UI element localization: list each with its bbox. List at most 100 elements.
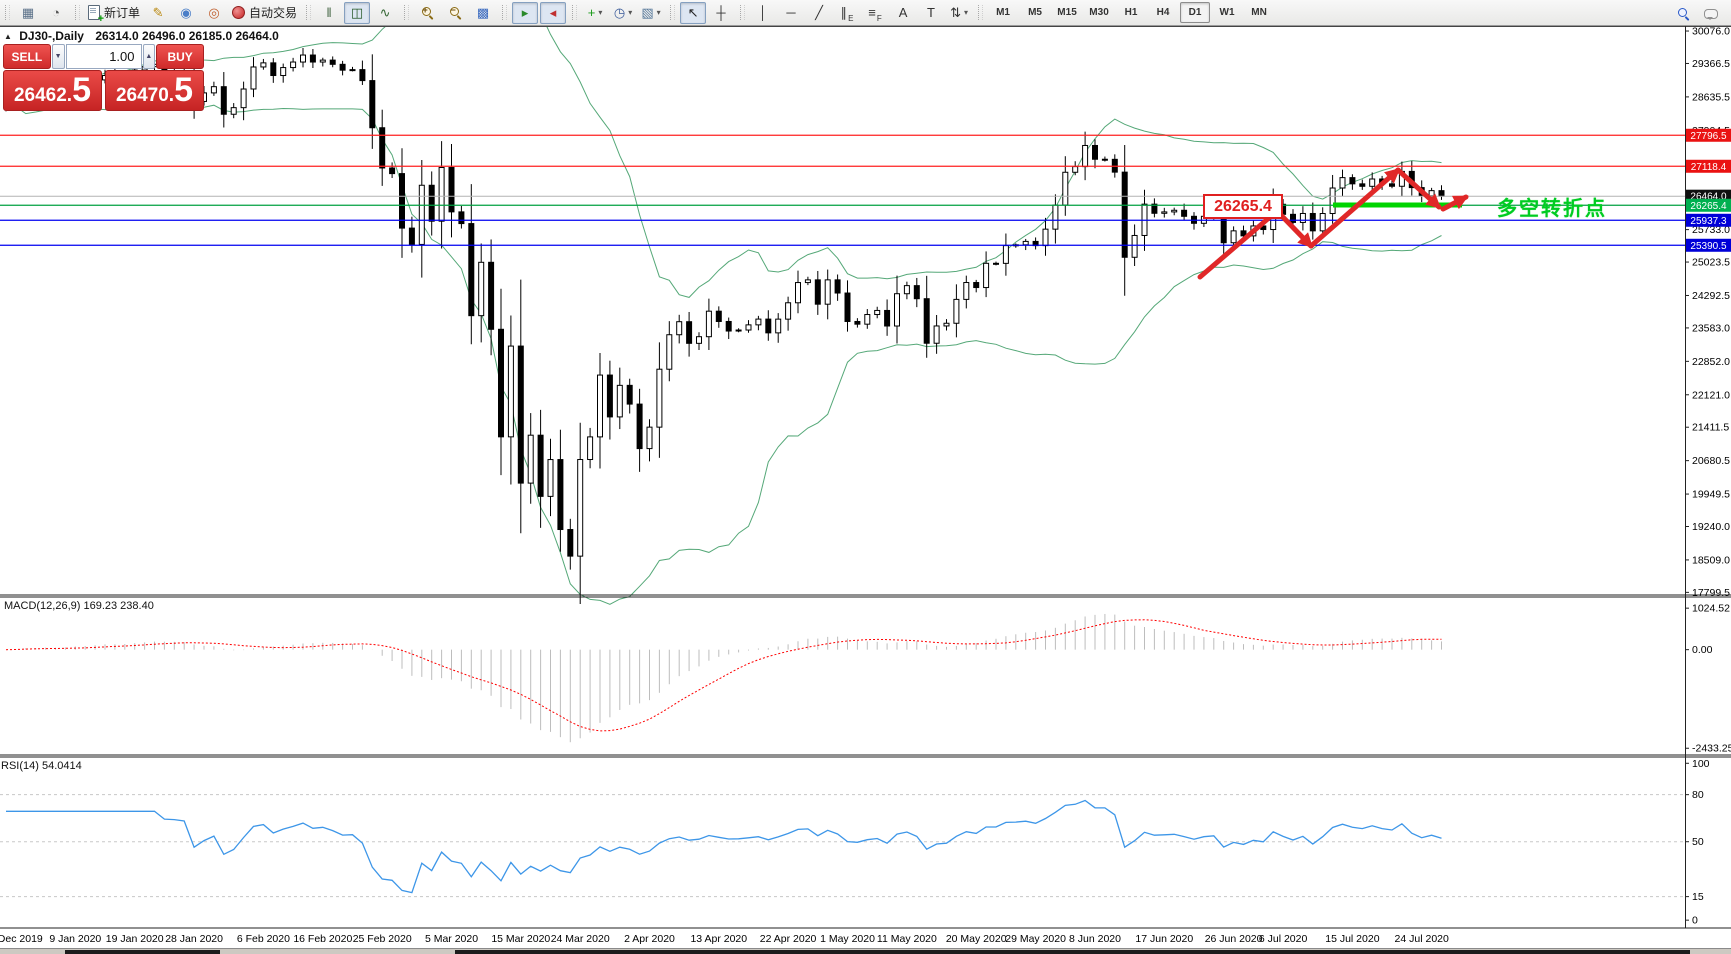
time-axis: 1 Dec 20199 Jan 202019 Jan 202028 Jan 20…	[0, 933, 1449, 945]
arrows-dropdown-icon[interactable]: ▾	[964, 9, 968, 17]
toolbar-chart-shift-button[interactable]: ◂	[540, 2, 566, 24]
y-axis-label: 22121.0	[1692, 389, 1730, 401]
timeframe-m30-button[interactable]: M30	[1084, 2, 1114, 23]
volume-up-button[interactable]: ▲	[143, 44, 156, 69]
toolbar-grip	[502, 5, 507, 20]
date-axis-label: 20 May 2020	[946, 933, 1007, 945]
main-toolbar: ▦◔新订单✎◉◎自动交易‖◫∿+−▩▸◂+▾◷▾▧▾↖┼│─╱∥E≡FAT⇅▾M…	[0, 0, 1731, 26]
date-axis-label: 17 Jun 2020	[1135, 933, 1193, 945]
bottom-tab-strip[interactable]	[0, 948, 1731, 954]
toolbar-text-button[interactable]: A	[890, 2, 916, 24]
toolbar-grip	[670, 5, 675, 20]
auto-trading-icon	[232, 6, 245, 19]
trading-terminal-window: ▦◔新订单✎◉◎自动交易‖◫∿+−▩▸◂+▾◷▾▧▾↖┼│─╱∥E≡FAT⇅▾M…	[0, 0, 1731, 954]
toolbar-crosshair-button[interactable]: ┼	[708, 2, 734, 24]
toolbar-equidistant-channel-button[interactable]: ∥E	[834, 2, 860, 24]
price-callout-box[interactable]: 26265.4	[1203, 194, 1283, 219]
toolbar-grip	[5, 5, 10, 20]
date-axis-label: 5 Mar 2020	[425, 933, 478, 945]
sell-price-frac: 5	[72, 71, 91, 110]
new-order-label: 新订单	[104, 7, 140, 19]
candlestick-chart-icon: ◫	[351, 6, 363, 19]
tile-windows-icon: ▩	[477, 6, 489, 19]
arrows-icon: ⇅	[950, 6, 961, 19]
toolbar-text-label-button[interactable]: T	[918, 2, 944, 24]
toolbar-arrows-button[interactable]: ⇅▾	[946, 2, 972, 24]
buy-button[interactable]: BUY	[156, 44, 204, 69]
equidistant-channel-sub-label: E	[848, 15, 853, 23]
timeframe-h4-button[interactable]: H4	[1148, 2, 1178, 23]
volume-input[interactable]	[66, 44, 142, 69]
toolbar-add-indicator-button[interactable]: +▾	[582, 2, 608, 24]
y-axis-label: 30076.0	[1692, 26, 1730, 38]
date-axis-label: 13 Apr 2020	[690, 933, 747, 945]
equidistant-channel-icon: ∥	[841, 6, 848, 19]
toolbar-trendline-button[interactable]: ╱	[806, 2, 832, 24]
text-label-icon: T	[927, 6, 935, 19]
y-axis-label: 1024.52	[1692, 603, 1730, 615]
sell-button[interactable]: SELL	[3, 44, 51, 69]
toolbar-auto-trading-button[interactable]: 自动交易	[229, 2, 300, 24]
timeframe-m1-button[interactable]: M1	[988, 2, 1018, 23]
toolbar-template-button[interactable]: ▧▾	[638, 2, 664, 24]
tick-chart-icon: ◔	[52, 6, 60, 19]
timeframe-h1-button[interactable]: H1	[1116, 2, 1146, 23]
buy-price[interactable]: 26470.5	[105, 70, 204, 111]
periods-dropdown-icon[interactable]: ▾	[628, 9, 632, 17]
periods-icon: ◷	[614, 6, 625, 19]
timeframe-d1-button[interactable]: D1	[1180, 2, 1210, 23]
y-axis-label: 20680.5	[1692, 455, 1730, 467]
toolbar-chart-window-button[interactable]: ▦	[15, 2, 41, 24]
timeframe-w1-button[interactable]: W1	[1212, 2, 1242, 23]
bottom-tab-segment[interactable]	[455, 950, 1690, 954]
y-axis-label: 0	[1692, 915, 1698, 927]
date-axis-label: 22 Apr 2020	[760, 933, 817, 945]
toolbar-community-button[interactable]: ◉	[173, 2, 199, 24]
zoom-in-icon: +	[421, 6, 434, 19]
toolbar-grip	[306, 5, 311, 20]
toolbar-highlighter-button[interactable]: ✎	[145, 2, 171, 24]
timeframe-m15-button[interactable]: M15	[1052, 2, 1082, 23]
text-icon: A	[899, 6, 908, 19]
bottom-tab-segment[interactable]	[65, 950, 220, 954]
y-axis-label: 19949.5	[1692, 489, 1730, 501]
toolbar-fibonacci-button[interactable]: ≡F	[862, 2, 888, 24]
new-order-icon	[88, 5, 100, 20]
y-axis-label: 25023.5	[1692, 257, 1730, 269]
toolbar-auto-scroll-button[interactable]: ▸	[512, 2, 538, 24]
y-axis-label: 0.00	[1692, 644, 1713, 656]
toolbar-cursor-button[interactable]: ↖	[680, 2, 706, 24]
timeframe-m5-button[interactable]: M5	[1020, 2, 1050, 23]
toolbar-bar-chart-button[interactable]: ‖	[316, 2, 342, 24]
toolbar-grip	[740, 5, 745, 20]
add-indicator-dropdown-icon[interactable]: ▾	[598, 9, 602, 17]
toolbar-tick-chart-button[interactable]: ◔	[43, 2, 69, 24]
one-click-panel-toggle-icon[interactable]: ▲	[4, 32, 12, 41]
main-chart-svg[interactable]: 30076.029366.528635.527904.525733.025023…	[0, 26, 1731, 948]
toolbar-periods-button[interactable]: ◷▾	[610, 2, 636, 24]
date-axis-label: 1 May 2020	[820, 933, 875, 945]
toolbar-new-order-button[interactable]: 新订单	[85, 2, 143, 24]
toolbar-chat-button[interactable]	[1698, 2, 1724, 24]
template-dropdown-icon[interactable]: ▾	[657, 9, 661, 17]
toolbar-search-button[interactable]	[1670, 2, 1696, 24]
toolbar-zoom-in-button[interactable]: +	[414, 2, 440, 24]
y-axis-label: 29366.5	[1692, 58, 1730, 70]
fibonacci-icon: ≡	[868, 6, 876, 19]
volume-down-button[interactable]: ▼	[52, 44, 65, 69]
toolbar-vertical-line-button[interactable]: │	[750, 2, 776, 24]
y-axis-label: 50	[1692, 836, 1704, 848]
toolbar-tile-windows-button[interactable]: ▩	[470, 2, 496, 24]
bar-chart-icon: ‖	[326, 6, 331, 19]
toolbar-line-chart-button[interactable]: ∿	[372, 2, 398, 24]
toolbar-horizontal-line-button[interactable]: ─	[778, 2, 804, 24]
timeframe-mn-button[interactable]: MN	[1244, 2, 1274, 23]
sell-price[interactable]: 26462.5	[3, 70, 102, 111]
date-axis-label: 24 Jul 2020	[1395, 933, 1449, 945]
toolbar-zoom-out-button[interactable]: −	[442, 2, 468, 24]
macd-indicator-label: MACD(12,26,9) 169.23 238.40	[4, 600, 154, 612]
price-badge-label: 27118.4	[1691, 162, 1727, 173]
toolbar-candlestick-chart-button[interactable]: ◫	[344, 2, 370, 24]
zoom-out-icon: −	[449, 6, 462, 19]
toolbar-signals-button[interactable]: ◎	[201, 2, 227, 24]
